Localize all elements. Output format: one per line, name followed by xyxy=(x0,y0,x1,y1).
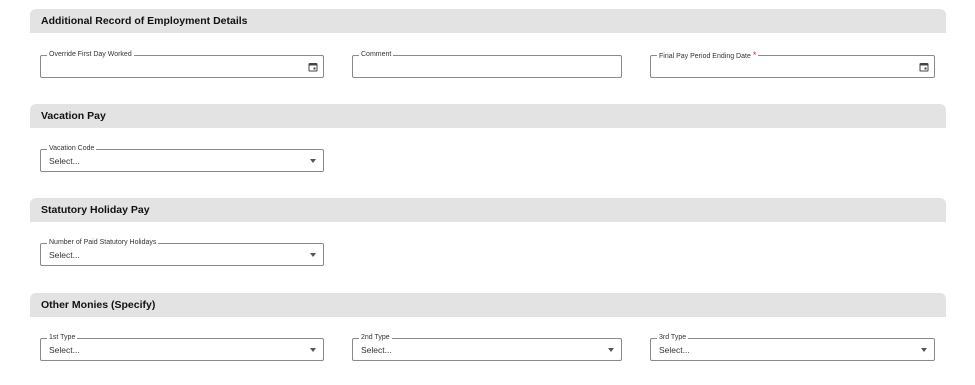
paid-statutory-holidays-value: Select... xyxy=(49,250,80,260)
first-type-value: Select... xyxy=(49,345,80,355)
vacation-code-label: Vacation Code xyxy=(47,144,97,154)
required-marker: * xyxy=(752,50,757,60)
third-type-label: 3rd Type xyxy=(657,333,689,343)
section-header-statutory: Statutory Holiday Pay xyxy=(30,198,946,222)
form-page: Additional Record of Employment Details … xyxy=(0,0,975,385)
second-type-value: Select... xyxy=(361,345,392,355)
paid-statutory-holidays-label: Number of Paid Statutory Holidays xyxy=(47,238,159,248)
override-first-day-field[interactable]: Override First Day Worked xyxy=(40,50,324,78)
first-type-select[interactable]: 1st Type Select... xyxy=(40,333,324,361)
chevron-down-icon[interactable] xyxy=(310,159,316,163)
final-pay-period-field[interactable]: Final Pay Period Ending Date * xyxy=(650,50,935,78)
comment-field[interactable]: Comment xyxy=(352,50,622,78)
chevron-down-icon[interactable] xyxy=(608,348,614,352)
final-pay-period-label-text: Final Pay Period Ending Date xyxy=(659,53,751,60)
section-header-vacation: Vacation Pay xyxy=(30,104,946,128)
final-pay-period-label: Final Pay Period Ending Date * xyxy=(657,50,759,62)
calendar-icon[interactable] xyxy=(919,62,929,72)
third-type-select[interactable]: 3rd Type Select... xyxy=(650,333,935,361)
section-header-other-monies: Other Monies (Specify) xyxy=(30,293,946,317)
chevron-down-icon[interactable] xyxy=(921,348,927,352)
first-type-label: 1st Type xyxy=(47,333,78,343)
paid-statutory-holidays-select[interactable]: Number of Paid Statutory Holidays Select… xyxy=(40,238,324,266)
second-type-label: 2nd Type xyxy=(359,333,392,343)
override-first-day-label: Override First Day Worked xyxy=(47,50,134,60)
chevron-down-icon[interactable] xyxy=(310,348,316,352)
calendar-icon[interactable] xyxy=(308,62,318,72)
third-type-value: Select... xyxy=(659,345,690,355)
chevron-down-icon[interactable] xyxy=(310,253,316,257)
second-type-select[interactable]: 2nd Type Select... xyxy=(352,333,622,361)
vacation-code-select[interactable]: Vacation Code Select... xyxy=(40,144,324,172)
comment-label: Comment xyxy=(359,50,394,60)
vacation-code-value: Select... xyxy=(49,156,80,166)
section-header-employment: Additional Record of Employment Details xyxy=(30,9,946,33)
